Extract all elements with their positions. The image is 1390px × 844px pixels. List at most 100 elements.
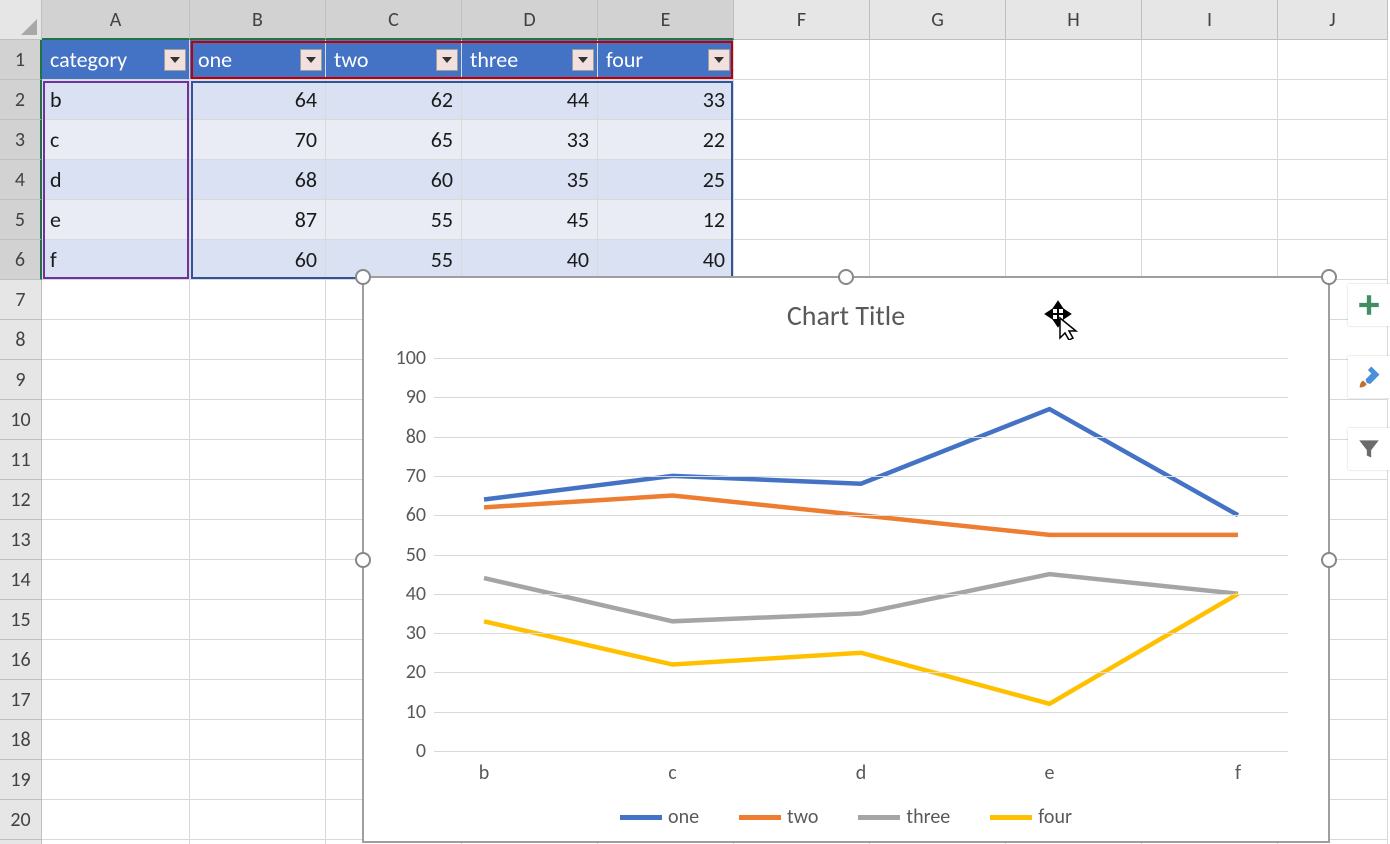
legend-item-two[interactable]: two (739, 805, 818, 829)
cell-A19[interactable] (42, 760, 190, 800)
cell-C6[interactable]: 55 (326, 240, 462, 280)
row-header-4[interactable]: 4 (0, 160, 42, 200)
cell-B18[interactable] (190, 720, 326, 760)
chart-elements-button[interactable] (1348, 284, 1390, 326)
row-header-13[interactable]: 13 (0, 520, 42, 560)
cell-J1[interactable] (1278, 40, 1388, 80)
cell-J5[interactable] (1278, 200, 1388, 240)
row-header-14[interactable]: 14 (0, 560, 42, 600)
chart-styles-button[interactable] (1348, 356, 1390, 398)
cell-A1[interactable]: category (42, 40, 190, 80)
cell-I3[interactable] (1142, 120, 1278, 160)
row-header-2[interactable]: 2 (0, 80, 42, 120)
cell-H2[interactable] (1006, 80, 1142, 120)
cell-C1[interactable]: two (326, 40, 462, 80)
cell-A17[interactable] (42, 680, 190, 720)
cell-G4[interactable] (870, 160, 1006, 200)
cell-I5[interactable] (1142, 200, 1278, 240)
cell-G1[interactable] (870, 40, 1006, 80)
select-all-corner[interactable] (0, 0, 42, 40)
cell-G5[interactable] (870, 200, 1006, 240)
cell-G3[interactable] (870, 120, 1006, 160)
row-header-1[interactable]: 1 (0, 40, 42, 80)
cell-B14[interactable] (190, 560, 326, 600)
row-header-5[interactable]: 5 (0, 200, 42, 240)
cell-A6[interactable]: f (42, 240, 190, 280)
resize-handle-tm[interactable] (838, 269, 854, 285)
cell-B15[interactable] (190, 600, 326, 640)
row-header-6[interactable]: 6 (0, 240, 42, 280)
col-header-D[interactable]: D (462, 0, 598, 40)
cell-A12[interactable] (42, 480, 190, 520)
series-three[interactable] (484, 574, 1238, 621)
chart-legend[interactable]: onetwothreefour (364, 805, 1328, 829)
cell-B1[interactable]: one (190, 40, 326, 80)
cell-D6[interactable]: 40 (462, 240, 598, 280)
series-four[interactable] (484, 594, 1238, 704)
cell-A16[interactable] (42, 640, 190, 680)
cell-B11[interactable] (190, 440, 326, 480)
cell-B9[interactable] (190, 360, 326, 400)
cell-G6[interactable] (870, 240, 1006, 280)
cell-F3[interactable] (734, 120, 870, 160)
row-header-9[interactable]: 9 (0, 360, 42, 400)
cell-B8[interactable] (190, 320, 326, 360)
row-header-16[interactable]: 16 (0, 640, 42, 680)
row-header-19[interactable]: 19 (0, 760, 42, 800)
cell-F1[interactable] (734, 40, 870, 80)
chart-title[interactable]: Chart Title (364, 298, 1328, 333)
cell-D4[interactable]: 35 (462, 160, 598, 200)
row-header-8[interactable]: 8 (0, 320, 42, 360)
cell-B20[interactable] (190, 800, 326, 840)
row-header-18[interactable]: 18 (0, 720, 42, 760)
cell-A2[interactable]: b (42, 80, 190, 120)
cell-H4[interactable] (1006, 160, 1142, 200)
cell-D1[interactable]: three (462, 40, 598, 80)
col-header-I[interactable]: I (1142, 0, 1278, 40)
cell-I1[interactable] (1142, 40, 1278, 80)
cell-E3[interactable]: 22 (598, 120, 734, 160)
cell-E5[interactable]: 12 (598, 200, 734, 240)
cell-B12[interactable] (190, 480, 326, 520)
cell-A4[interactable]: d (42, 160, 190, 200)
chart-object[interactable]: Chart Title 0102030405060708090100bcdef … (362, 276, 1330, 843)
cell-B4[interactable]: 68 (190, 160, 326, 200)
filter-button-one[interactable] (300, 49, 322, 71)
chart-plot-area[interactable]: 0102030405060708090100bcdef (434, 358, 1288, 751)
row-header-21[interactable]: 21 (0, 840, 42, 844)
cell-A9[interactable] (42, 360, 190, 400)
legend-item-one[interactable]: one (620, 805, 699, 829)
cell-B16[interactable] (190, 640, 326, 680)
row-header-15[interactable]: 15 (0, 600, 42, 640)
row-header-17[interactable]: 17 (0, 680, 42, 720)
row-header-10[interactable]: 10 (0, 400, 42, 440)
cell-A8[interactable] (42, 320, 190, 360)
cell-B6[interactable]: 60 (190, 240, 326, 280)
col-header-H[interactable]: H (1006, 0, 1142, 40)
legend-item-three[interactable]: three (858, 805, 950, 829)
chart-filters-button[interactable] (1348, 428, 1390, 470)
row-header-11[interactable]: 11 (0, 440, 42, 480)
cell-E2[interactable]: 33 (598, 80, 734, 120)
cell-B21[interactable] (190, 840, 326, 844)
filter-button-two[interactable] (436, 49, 458, 71)
cell-H5[interactable] (1006, 200, 1142, 240)
cell-D2[interactable]: 44 (462, 80, 598, 120)
cell-F5[interactable] (734, 200, 870, 240)
cell-F2[interactable] (734, 80, 870, 120)
col-header-C[interactable]: C (326, 0, 462, 40)
filter-button-four[interactable] (708, 49, 730, 71)
cell-H3[interactable] (1006, 120, 1142, 160)
cell-A15[interactable] (42, 600, 190, 640)
col-header-F[interactable]: F (734, 0, 870, 40)
resize-handle-tl[interactable] (355, 269, 371, 285)
cell-B7[interactable] (190, 280, 326, 320)
cell-B17[interactable] (190, 680, 326, 720)
filter-button-three[interactable] (572, 49, 594, 71)
cell-I2[interactable] (1142, 80, 1278, 120)
cell-B3[interactable]: 70 (190, 120, 326, 160)
cell-B10[interactable] (190, 400, 326, 440)
cell-A21[interactable] (42, 840, 190, 844)
cell-A5[interactable]: e (42, 200, 190, 240)
cell-A11[interactable] (42, 440, 190, 480)
